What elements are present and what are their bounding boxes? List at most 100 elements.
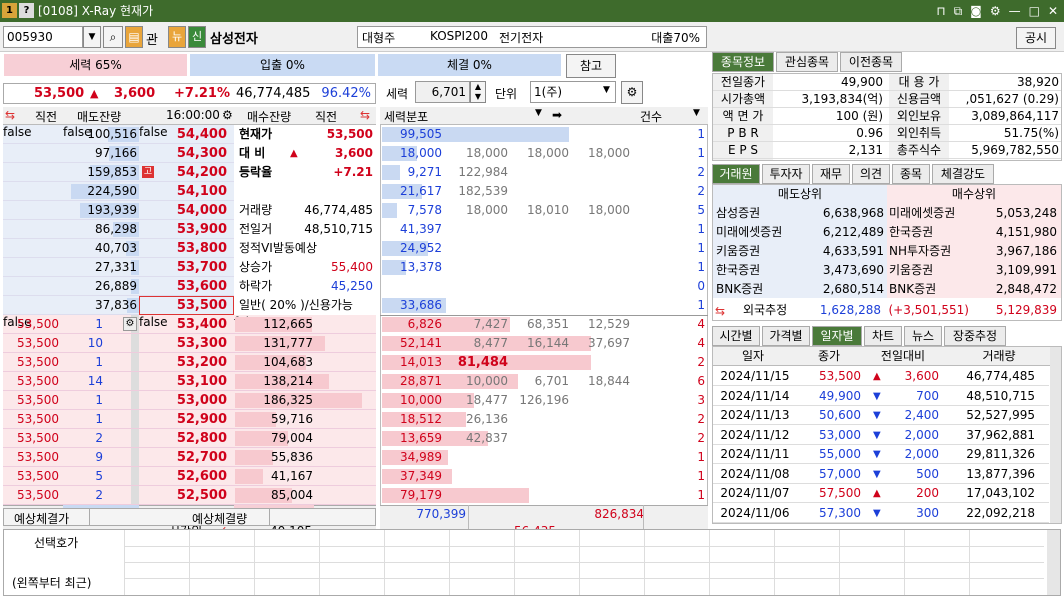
unit-dropdown-icon[interactable]: ▼ [603,85,610,95]
divider [269,509,270,526]
buy-broker[interactable]: NH투자증권 [889,242,975,261]
settings-icon[interactable]: ⚙ [990,0,1001,22]
copy-icon[interactable]: ⧉ [954,0,963,22]
close-icon[interactable]: ✕ [1048,0,1058,22]
sell-broker[interactable]: 키움증권 [716,242,796,261]
daily-change: 2,400 [904,408,939,422]
tab-right_tabs2-0[interactable]: 거래원 [712,164,760,184]
swap-icon[interactable]: ⇆ [5,108,15,122]
dist-value [572,239,630,258]
bid-price[interactable]: 53,300 [139,334,227,353]
scrollbar[interactable] [131,315,139,505]
ask-price[interactable]: 53,700 [139,258,227,277]
swap-icon[interactable]: ⇆ [715,304,725,318]
gear-icon[interactable]: ⚙ [621,81,643,104]
dist-value [511,296,569,315]
interest-button[interactable]: 관 [146,29,158,48]
dist-value [572,258,630,277]
daily-change: 3,600 [904,369,939,383]
search-icon[interactable]: ⌕ [103,26,123,48]
bottom-scrollbar[interactable] [1047,530,1060,595]
sell-broker[interactable]: BNK증권 [716,280,796,299]
reference-button[interactable]: 참고 [566,54,616,78]
tab-right_tabs3-1[interactable]: 가격별 [762,326,810,346]
window-number-icon[interactable]: 1 [2,3,17,18]
dist-value [572,277,630,296]
bid-price[interactable]: 53,200 [139,353,227,372]
tab-right_tabs3-0[interactable]: 시간별 [712,326,760,346]
bid-price[interactable]: 52,600 [139,467,227,486]
count-dropdown-icon[interactable]: ▼ [693,108,700,118]
tab-right_tabs1-1[interactable]: 관심종목 [776,52,838,72]
down-arrow-icon: ▼ [873,449,881,460]
help-icon[interactable]: ? [19,3,34,18]
bid-price[interactable]: 52,500 [139,486,227,505]
news-button[interactable]: 뉴 [168,26,186,48]
minimize-icon[interactable]: — [1009,0,1021,22]
ob-gear-icon[interactable]: ⚙ [222,108,233,122]
screenshot-icon[interactable]: ◙ [970,0,982,22]
info-value: 3,600 [335,146,373,160]
buy-broker[interactable]: 미래에셋증권 [889,204,975,223]
bid-price[interactable]: 53,000 [139,391,227,410]
ask-price[interactable]: 53,600 [139,277,227,296]
dist-value [511,448,569,467]
tab-right_tabs2-3[interactable]: 의견 [852,164,890,184]
ask-price[interactable]: 53,900 [139,220,227,239]
bid-price[interactable]: 52,700 [139,448,227,467]
maximize-icon[interactable]: □ [1029,0,1040,22]
calendar-icon[interactable]: ▤ [125,26,143,48]
sell-broker[interactable]: 한국증권 [716,261,796,280]
dist-value: 18,000 [466,146,508,160]
ask-price[interactable]: 54,100 [139,182,227,201]
bid-price[interactable]: 53,100 [139,372,227,391]
tab-right_tabs1-2[interactable]: 이전종목 [840,52,902,72]
tab-right_tabs2-5[interactable]: 체결강도 [932,164,994,184]
ask-price[interactable]: 54,400 [139,125,227,144]
pin-icon[interactable]: ⊓ [936,0,945,22]
bid-price[interactable]: 52,800 [139,429,227,448]
bid-price[interactable]: 53,400 [139,315,227,334]
ask-price[interactable]: 54,300 [139,144,227,163]
price-change: 3,600 [114,86,156,101]
tab-right_tabs2-1[interactable]: 투자자 [762,164,810,184]
tab-right_tabs3-3[interactable]: 차트 [864,326,902,346]
sell-broker[interactable]: 미래에셋증권 [716,223,796,242]
broker-panel: 매도상위 매수상위 삼성증권 6,638,968 미래에셋증권 5,053,248 미래에셋… [712,184,1062,321]
power-value-input[interactable]: 6,701 [415,81,470,103]
tab-right_tabs2-2[interactable]: 재무 [812,164,850,184]
daily-scrollbar[interactable] [1050,347,1061,523]
credit-badge: 신 [188,26,206,48]
power-stepper[interactable]: ▲ ▼ [470,81,486,103]
swap-icon-right[interactable]: ⇆ [360,108,370,122]
info-value: 55,400 [331,260,373,274]
tab-right_tabs1-0[interactable]: 종목정보 [712,52,774,72]
tab-right_tabs3-2[interactable]: 일자별 [812,326,862,346]
buy-broker[interactable]: 한국증권 [889,223,975,242]
distribution-panel: 99,505 1 18,000 18,000 18,000 18,000 1 9,271 122… [380,125,708,541]
tab-right_tabs3-5[interactable]: 장중추정 [944,326,1006,346]
bid-price[interactable]: 52,900 [139,410,227,429]
dropdown-icon[interactable]: ▼ [83,26,101,48]
buy-broker[interactable]: 키움증권 [889,261,975,280]
dist-count: 6 [697,374,705,388]
daily-change: 700 [916,388,939,403]
ask-price[interactable]: 54,000 [139,201,227,220]
dist-value: 6,826 [407,317,442,331]
disclosure-button[interactable]: 공시 [1016,27,1056,49]
selected-quotes-panel: 선택호가 (왼쪽부터 최근) [3,529,1061,596]
orderbook-header: ⇆ 직전 매도잔량 16:00:00 ⚙ 매수잔량 직전 ⇆ [3,107,376,125]
ask-price[interactable]: 53,800 [139,239,227,258]
stock-code-input[interactable]: 005930 [3,26,83,48]
export-icon[interactable]: ➡ [552,108,562,122]
dist-count: 2 [697,431,705,445]
volume-pct: 96.42% [321,86,371,101]
power-ratio: 세력 65% [4,54,187,76]
dist-dropdown-icon[interactable]: ▼ [535,108,542,118]
tab-right_tabs2-4[interactable]: 종목 [892,164,930,184]
buy-broker[interactable]: BNK증권 [889,280,975,299]
foreign-buy: 5,129,839 [995,303,1057,317]
tab-right_tabs3-4[interactable]: 뉴스 [904,326,942,346]
bid-gear-icon[interactable]: ⚙ [123,317,137,331]
sell-broker[interactable]: 삼성증권 [716,204,796,223]
